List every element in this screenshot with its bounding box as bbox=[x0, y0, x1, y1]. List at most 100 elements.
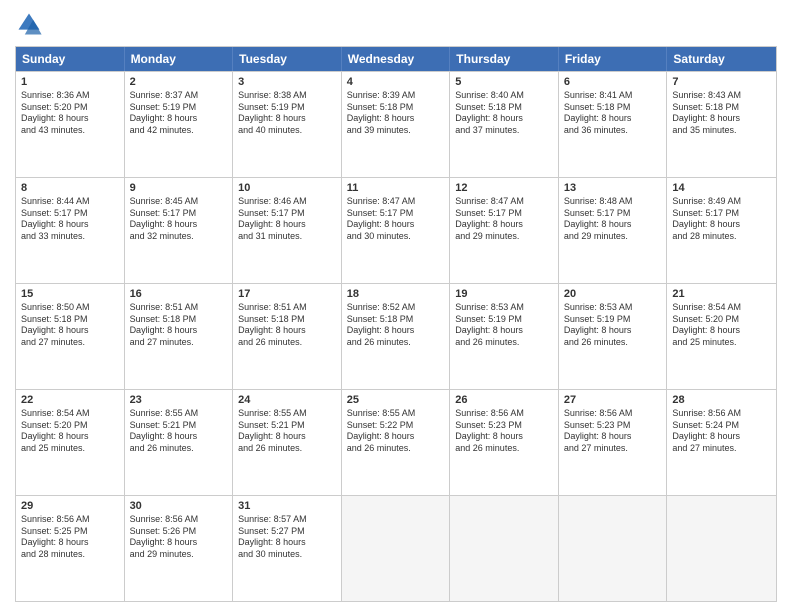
day-number: 14 bbox=[672, 182, 771, 194]
cell-info: Sunrise: 8:54 AMSunset: 5:20 PMDaylight:… bbox=[672, 302, 771, 349]
calendar: SundayMondayTuesdayWednesdayThursdayFrid… bbox=[15, 46, 777, 602]
calendar-body: 1 Sunrise: 8:36 AMSunset: 5:20 PMDaylight… bbox=[16, 71, 776, 601]
cell-info: Sunrise: 8:55 AMSunset: 5:22 PMDaylight:… bbox=[347, 408, 445, 455]
cell-info: Sunrise: 8:49 AMSunset: 5:17 PMDaylight:… bbox=[672, 196, 771, 243]
day-number: 9 bbox=[130, 182, 228, 194]
day-number: 1 bbox=[21, 76, 119, 88]
day-number: 12 bbox=[455, 182, 553, 194]
calendar-cell: 17 Sunrise: 8:51 AMSunset: 5:18 PMDayligh… bbox=[233, 284, 342, 389]
cell-info: Sunrise: 8:44 AMSunset: 5:17 PMDaylight:… bbox=[21, 196, 119, 243]
weekday-header: Sunday bbox=[16, 47, 125, 71]
calendar-cell: 21Sunrise: 8:54 AMSunset: 5:20 PMDayligh… bbox=[667, 284, 776, 389]
calendar-cell: 23 Sunrise: 8:55 AMSunset: 5:21 PMDayligh… bbox=[125, 390, 234, 495]
cell-info: Sunrise: 8:47 AMSunset: 5:17 PMDaylight:… bbox=[455, 196, 553, 243]
weekday-header: Tuesday bbox=[233, 47, 342, 71]
calendar-cell: 3 Sunrise: 8:38 AMSunset: 5:19 PMDaylight… bbox=[233, 72, 342, 177]
calendar-cell: 11 Sunrise: 8:47 AMSunset: 5:17 PMDayligh… bbox=[342, 178, 451, 283]
calendar-cell: 24Sunrise: 8:55 AMSunset: 5:21 PMDayligh… bbox=[233, 390, 342, 495]
day-number: 23 bbox=[130, 394, 228, 406]
day-number: 30 bbox=[130, 500, 228, 512]
cell-info: Sunrise: 8:52 AMSunset: 5:18 PMDaylight:… bbox=[347, 302, 445, 349]
calendar-cell: 5 Sunrise: 8:40 AMSunset: 5:18 PMDaylight… bbox=[450, 72, 559, 177]
cell-info: Sunrise: 8:56 AMSunset: 5:25 PMDaylight:… bbox=[21, 514, 119, 561]
cell-info: Sunrise: 8:43 AMSunset: 5:18 PMDaylight:… bbox=[672, 90, 771, 137]
cell-info: Sunrise: 8:54 AMSunset: 5:20 PMDaylight:… bbox=[21, 408, 119, 455]
day-number: 13 bbox=[564, 182, 662, 194]
day-number: 11 bbox=[347, 182, 445, 194]
calendar-row: 15 Sunrise: 8:50 AMSunset: 5:18 PMDayligh… bbox=[16, 283, 776, 389]
day-number: 7 bbox=[672, 76, 771, 88]
calendar-cell: 9 Sunrise: 8:45 AMSunset: 5:17 PMDaylight… bbox=[125, 178, 234, 283]
day-number: 2 bbox=[130, 76, 228, 88]
weekday-header: Wednesday bbox=[342, 47, 451, 71]
cell-info: Sunrise: 8:56 AMSunset: 5:23 PMDaylight:… bbox=[455, 408, 553, 455]
cell-info: Sunrise: 8:38 AMSunset: 5:19 PMDaylight:… bbox=[238, 90, 336, 137]
calendar-cell: 10 Sunrise: 8:46 AMSunset: 5:17 PMDayligh… bbox=[233, 178, 342, 283]
day-number: 10 bbox=[238, 182, 336, 194]
day-number: 3 bbox=[238, 76, 336, 88]
cell-info: Sunrise: 8:48 AMSunset: 5:17 PMDaylight:… bbox=[564, 196, 662, 243]
cell-info: Sunrise: 8:45 AMSunset: 5:17 PMDaylight:… bbox=[130, 196, 228, 243]
day-number: 27 bbox=[564, 394, 662, 406]
cell-info: Sunrise: 8:56 AMSunset: 5:26 PMDaylight:… bbox=[130, 514, 228, 561]
calendar-cell: 18Sunrise: 8:52 AMSunset: 5:18 PMDayligh… bbox=[342, 284, 451, 389]
calendar-cell bbox=[559, 496, 668, 601]
calendar-cell: 20 Sunrise: 8:53 AMSunset: 5:19 PMDayligh… bbox=[559, 284, 668, 389]
calendar-cell: 31 Sunrise: 8:57 AMSunset: 5:27 PMDayligh… bbox=[233, 496, 342, 601]
calendar-cell: 13 Sunrise: 8:48 AMSunset: 5:17 PMDayligh… bbox=[559, 178, 668, 283]
calendar-cell: 29 Sunrise: 8:56 AMSunset: 5:25 PMDayligh… bbox=[16, 496, 125, 601]
calendar-cell: 19 Sunrise: 8:53 AMSunset: 5:19 PMDayligh… bbox=[450, 284, 559, 389]
day-number: 26 bbox=[455, 394, 553, 406]
calendar-cell: 1 Sunrise: 8:36 AMSunset: 5:20 PMDaylight… bbox=[16, 72, 125, 177]
day-number: 5 bbox=[455, 76, 553, 88]
cell-info: Sunrise: 8:41 AMSunset: 5:18 PMDaylight:… bbox=[564, 90, 662, 137]
calendar-cell: 22Sunrise: 8:54 AMSunset: 5:20 PMDayligh… bbox=[16, 390, 125, 495]
day-number: 16 bbox=[130, 288, 228, 300]
day-number: 25 bbox=[347, 394, 445, 406]
calendar-cell: 28Sunrise: 8:56 AMSunset: 5:24 PMDayligh… bbox=[667, 390, 776, 495]
day-number: 15 bbox=[21, 288, 119, 300]
cell-info: Sunrise: 8:55 AMSunset: 5:21 PMDaylight:… bbox=[130, 408, 228, 455]
calendar-row: 29 Sunrise: 8:56 AMSunset: 5:25 PMDayligh… bbox=[16, 495, 776, 601]
cell-info: Sunrise: 8:53 AMSunset: 5:19 PMDaylight:… bbox=[564, 302, 662, 349]
calendar-row: 8Sunrise: 8:44 AMSunset: 5:17 PMDaylight… bbox=[16, 177, 776, 283]
calendar-cell: 16 Sunrise: 8:51 AMSunset: 5:18 PMDayligh… bbox=[125, 284, 234, 389]
day-number: 20 bbox=[564, 288, 662, 300]
cell-info: Sunrise: 8:46 AMSunset: 5:17 PMDaylight:… bbox=[238, 196, 336, 243]
cell-info: Sunrise: 8:47 AMSunset: 5:17 PMDaylight:… bbox=[347, 196, 445, 243]
cell-info: Sunrise: 8:40 AMSunset: 5:18 PMDaylight:… bbox=[455, 90, 553, 137]
calendar-cell: 12 Sunrise: 8:47 AMSunset: 5:17 PMDayligh… bbox=[450, 178, 559, 283]
day-number: 19 bbox=[455, 288, 553, 300]
calendar-cell: 7 Sunrise: 8:43 AMSunset: 5:18 PMDaylight… bbox=[667, 72, 776, 177]
calendar-cell: 14 Sunrise: 8:49 AMSunset: 5:17 PMDayligh… bbox=[667, 178, 776, 283]
calendar-row: 22Sunrise: 8:54 AMSunset: 5:20 PMDayligh… bbox=[16, 389, 776, 495]
logo bbox=[15, 10, 47, 38]
calendar-cell: 15 Sunrise: 8:50 AMSunset: 5:18 PMDayligh… bbox=[16, 284, 125, 389]
calendar-cell: 30 Sunrise: 8:56 AMSunset: 5:26 PMDayligh… bbox=[125, 496, 234, 601]
calendar-cell: 26 Sunrise: 8:56 AMSunset: 5:23 PMDayligh… bbox=[450, 390, 559, 495]
cell-info: Sunrise: 8:50 AMSunset: 5:18 PMDaylight:… bbox=[21, 302, 119, 349]
calendar-cell: 2Sunrise: 8:37 AMSunset: 5:19 PMDaylight… bbox=[125, 72, 234, 177]
calendar-cell bbox=[667, 496, 776, 601]
calendar-cell: 25 Sunrise: 8:55 AMSunset: 5:22 PMDayligh… bbox=[342, 390, 451, 495]
cell-info: Sunrise: 8:57 AMSunset: 5:27 PMDaylight:… bbox=[238, 514, 336, 561]
cell-info: Sunrise: 8:39 AMSunset: 5:18 PMDaylight:… bbox=[347, 90, 445, 137]
cell-info: Sunrise: 8:36 AMSunset: 5:20 PMDaylight:… bbox=[21, 90, 119, 137]
cell-info: Sunrise: 8:56 AMSunset: 5:23 PMDaylight:… bbox=[564, 408, 662, 455]
cell-info: Sunrise: 8:51 AMSunset: 5:18 PMDaylight:… bbox=[238, 302, 336, 349]
calendar-cell: 27 Sunrise: 8:56 AMSunset: 5:23 PMDayligh… bbox=[559, 390, 668, 495]
page-container: SundayMondayTuesdayWednesdayThursdayFrid… bbox=[0, 0, 792, 612]
calendar-cell: 4 Sunrise: 8:39 AMSunset: 5:18 PMDaylight… bbox=[342, 72, 451, 177]
calendar-cell bbox=[342, 496, 451, 601]
day-number: 31 bbox=[238, 500, 336, 512]
weekday-header: Thursday bbox=[450, 47, 559, 71]
day-number: 17 bbox=[238, 288, 336, 300]
cell-info: Sunrise: 8:53 AMSunset: 5:19 PMDaylight:… bbox=[455, 302, 553, 349]
day-number: 28 bbox=[672, 394, 771, 406]
day-number: 29 bbox=[21, 500, 119, 512]
weekday-header: Saturday bbox=[667, 47, 776, 71]
calendar-cell: 6Sunrise: 8:41 AMSunset: 5:18 PMDaylight… bbox=[559, 72, 668, 177]
day-number: 4 bbox=[347, 76, 445, 88]
cell-info: Sunrise: 8:51 AMSunset: 5:18 PMDaylight:… bbox=[130, 302, 228, 349]
calendar-header: SundayMondayTuesdayWednesdayThursdayFrid… bbox=[16, 47, 776, 71]
